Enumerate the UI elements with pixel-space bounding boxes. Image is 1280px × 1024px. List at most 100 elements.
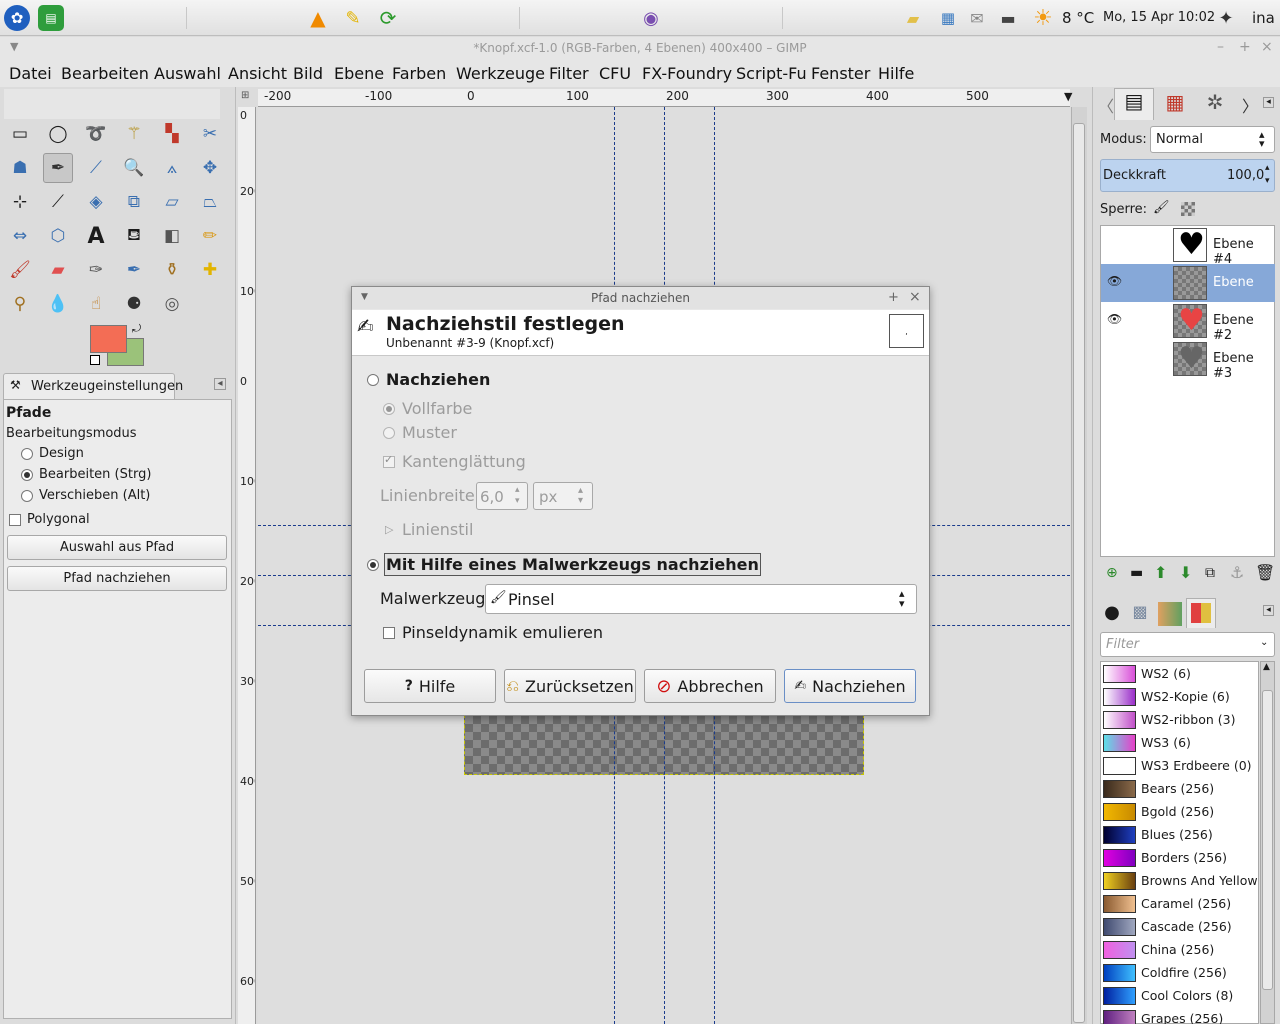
perspective-tool-icon[interactable]: ⏢ <box>195 187 225 217</box>
pencil-tool-icon[interactable]: ✏ <box>195 221 225 251</box>
network-icon[interactable]: ▦ <box>935 5 961 31</box>
clone-tool-icon[interactable]: ⚱ <box>157 255 187 285</box>
dock2-menu-icon[interactable]: ◂ <box>1263 605 1274 616</box>
emulate-dynamics-checkbox[interactable] <box>383 627 395 639</box>
mode-design-label[interactable]: Design <box>39 446 84 461</box>
airbrush-tool-icon[interactable]: ✑ <box>81 255 111 285</box>
scroll-thumb[interactable] <box>1262 690 1273 990</box>
pidgin-icon[interactable]: ◉ <box>638 5 664 31</box>
menu-script-fu[interactable]: Script-Fu <box>736 64 807 83</box>
user-avatar-icon[interactable]: ✦ <box>1213 5 1239 31</box>
opacity-spin-icon[interactable]: ▴ ▾ <box>1265 162 1270 188</box>
default-colors-icon[interactable] <box>90 355 100 365</box>
emulate-dynamics-label[interactable]: Pinseldynamik emulieren <box>402 623 603 642</box>
tab-patterns[interactable]: ▩ <box>1128 602 1152 626</box>
dodge-burn-tool-icon[interactable]: ⚈ <box>119 289 149 319</box>
tab-paths[interactable]: ✲ <box>1197 90 1233 120</box>
align-tool-icon[interactable]: ⊹ <box>5 187 35 217</box>
blur-tool-icon[interactable]: 💧 <box>43 289 73 319</box>
gradient-list-item[interactable]: Borders (256) <box>1101 846 1257 869</box>
gradient-list-item[interactable]: Cool Colors (8) <box>1101 984 1257 1007</box>
menu-filter[interactable]: Filter <box>549 64 589 83</box>
lock-pixels-icon[interactable]: 🖌 <box>1153 200 1170 215</box>
color-select-tool-icon[interactable]: ▚ <box>157 119 187 149</box>
dialog-close-icon[interactable]: × <box>909 289 921 305</box>
tab-palettes[interactable] <box>1186 598 1216 628</box>
menu-bearbeiten[interactable]: Bearbeiten <box>61 64 149 83</box>
crop-tool-icon[interactable]: ⟋ <box>43 187 73 217</box>
scroll-up-icon[interactable]: ▲ <box>1263 662 1270 672</box>
layer-visibility-eye-icon[interactable]: 👁 <box>1107 274 1122 288</box>
gradients-scrollbar[interactable]: ▲ <box>1260 661 1275 1024</box>
heal-tool-icon[interactable]: ✚ <box>195 255 225 285</box>
measure-tool-icon[interactable]: ⟑ <box>157 153 187 183</box>
layer-row[interactable]: ♥ Ebene #3 <box>1101 340 1275 381</box>
ruler-corner-icon[interactable]: ⊞ <box>241 90 249 101</box>
navigate-icon[interactable]: ▼ <box>1064 90 1072 103</box>
layer-name[interactable]: Ebene #2 <box>1213 313 1275 343</box>
layer-row-selected[interactable]: 👁 Ebene <box>1101 264 1275 302</box>
reset-button[interactable]: ⎌ Zurücksetzen <box>504 669 636 703</box>
gradient-list-item[interactable]: China (256) <box>1101 938 1257 961</box>
tab-channels[interactable]: ▦ <box>1157 90 1193 120</box>
dialog-maximize-icon[interactable]: + <box>888 290 899 305</box>
username[interactable]: ina <box>1252 9 1275 27</box>
text-tool-icon[interactable]: A <box>81 221 111 251</box>
flip-tool-icon[interactable]: ⇔ <box>5 221 35 251</box>
weather-temperature[interactable]: 8 °C <box>1062 9 1094 27</box>
paint-tool-radio[interactable] <box>367 559 379 571</box>
stroke-button[interactable]: ✍ Nachziehen <box>784 669 916 703</box>
printer-icon[interactable]: ▬ <box>995 5 1021 31</box>
menu-datei[interactable]: Datei <box>9 64 52 83</box>
menu-auswahl[interactable]: Auswahl <box>154 64 221 83</box>
cancel-button[interactable]: ⊘ Abbrechen <box>644 669 776 703</box>
scroll-thumb[interactable] <box>1073 123 1085 1023</box>
gradient-list-item[interactable]: Coldfire (256) <box>1101 961 1257 984</box>
new-layer-icon[interactable]: ⊕ <box>1106 565 1118 581</box>
polygonal-checkbox[interactable] <box>9 514 21 526</box>
menu-werkzeuge[interactable]: Werkzeuge <box>456 64 545 83</box>
menu-bild[interactable]: Bild <box>293 64 323 83</box>
foreground-color-swatch[interactable] <box>90 325 127 353</box>
dock-scroll-left-icon[interactable]: 〈 <box>1098 93 1114 117</box>
menu-ansicht[interactable]: Ansicht <box>228 64 287 83</box>
vertical-ruler[interactable]: 0 200 100 0 100 200 300 400 500 600 <box>238 107 256 1024</box>
mode-move-label[interactable]: Verschieben (Alt) <box>39 488 150 503</box>
color-picker-tool-icon[interactable]: ⟋ <box>81 153 111 183</box>
menu-fenster[interactable]: Fenster <box>811 64 870 83</box>
layer-mode-select[interactable]: Normal ▴ ▾ <box>1150 126 1275 153</box>
new-layer-group-icon[interactable]: ▬ <box>1130 565 1143 581</box>
help-button[interactable]: ? Hilfe <box>364 669 496 703</box>
scale-tool-icon[interactable]: ⧉ <box>119 187 149 217</box>
filter-dropdown-icon[interactable]: ⌄ <box>1260 637 1268 648</box>
rotate-tool-icon[interactable]: ◈ <box>81 187 111 217</box>
smudge-tool-icon[interactable]: ☝ <box>81 289 111 319</box>
stroke-line-radio[interactable] <box>367 374 379 386</box>
mode-edit-radio[interactable] <box>21 469 33 481</box>
ellipse-select-tool-icon[interactable]: ◯ <box>43 119 73 149</box>
paint-tool-option-label[interactable]: Mit Hilfe eines Malwerkzeugs nachziehen <box>384 553 761 576</box>
folder-icon[interactable]: ▰ <box>900 5 926 31</box>
gradient-list-item[interactable]: Blues (256) <box>1101 823 1257 846</box>
delete-layer-icon[interactable]: 🗑 <box>1255 563 1275 582</box>
dock-scroll-right-icon[interactable]: 〉 <box>1242 93 1258 117</box>
dock-menu-icon[interactable]: ◂ <box>1263 97 1274 108</box>
weather-sun-icon[interactable]: ☀ <box>1030 5 1056 31</box>
gradient-list-item[interactable]: Bears (256) <box>1101 777 1257 800</box>
paint-tool-select[interactable]: 🖌 Pinsel ▴ ▾ <box>485 584 917 614</box>
opacity-slider[interactable]: Deckkraft 100,0 ▴ ▾ <box>1100 159 1275 192</box>
layer-name[interactable]: Ebene #4 <box>1213 237 1275 267</box>
gradient-list-item[interactable]: WS3 (6) <box>1101 731 1257 754</box>
gradient-list-item[interactable]: Caramel (256) <box>1101 892 1257 915</box>
canvas-vertical-scrollbar[interactable] <box>1071 107 1087 1024</box>
raise-layer-icon[interactable]: ⬆ <box>1154 563 1167 582</box>
scissors-tool-icon[interactable]: ✂ <box>195 119 225 149</box>
menu-farben[interactable]: Farben <box>392 64 446 83</box>
menu-fx-foundry[interactable]: FX-Foundry <box>642 64 732 83</box>
lower-layer-icon[interactable]: ⬇ <box>1179 563 1192 582</box>
layer-name[interactable]: Ebene <box>1213 275 1254 290</box>
paintbrush-tool-icon[interactable]: 🖌 <box>5 255 35 285</box>
gradient-list-item[interactable]: WS3 Erdbeere (0) <box>1101 754 1257 777</box>
mode-design-radio[interactable] <box>21 448 33 460</box>
layer-visibility-eye-icon[interactable]: 👁 <box>1107 312 1122 326</box>
